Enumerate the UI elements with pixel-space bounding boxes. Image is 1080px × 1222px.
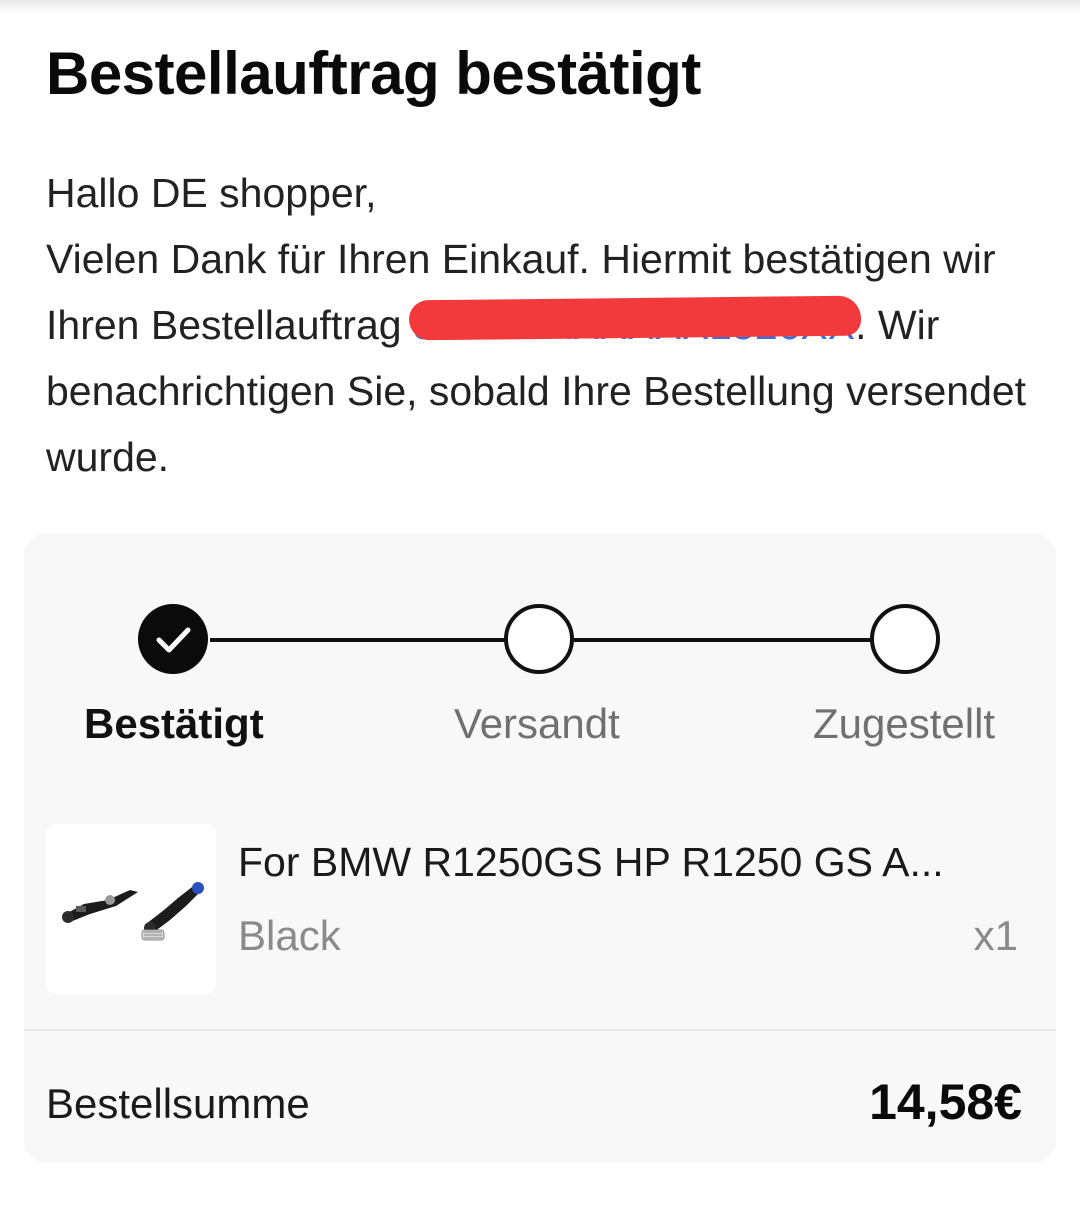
check-icon xyxy=(156,627,191,653)
top-shadow xyxy=(0,0,1080,14)
order-total-value: 14,58€ xyxy=(869,1074,1022,1130)
step-delivered-label: Zugestellt xyxy=(813,700,996,747)
product-title[interactable]: For BMW R1250GS HP R1250 GS A... xyxy=(238,834,1018,890)
order-number-link[interactable]: 3XXXXXXXXXX1526XX xyxy=(408,292,862,358)
step-delivered-indicator xyxy=(870,604,940,674)
redaction-mark xyxy=(408,295,862,341)
confirmation-message: Hallo DE shopper, Vielen Dank für Ihren … xyxy=(46,160,1036,490)
step-shipped-indicator xyxy=(504,604,574,674)
step-confirmed-label: Bestätigt xyxy=(84,700,264,747)
product-variant: Black xyxy=(238,912,341,959)
page-title: Bestellauftrag bestätigt xyxy=(46,40,701,107)
step-confirmed-indicator xyxy=(138,604,208,674)
product-quantity: x1 xyxy=(973,912,1018,959)
greeting-text: Hallo DE shopper, xyxy=(46,170,377,216)
tracker-line-2 xyxy=(574,638,872,642)
confirmation-body: Vielen Dank für Ihren Einkauf. Hiermit b… xyxy=(46,226,1036,490)
step-shipped-label: Versandt xyxy=(454,700,620,747)
order-total-label: Bestellsumme xyxy=(46,1080,310,1127)
product-thumbnail[interactable] xyxy=(46,824,216,994)
footpeg-parts-image xyxy=(62,882,204,941)
tracker-line-1 xyxy=(210,638,506,642)
card-divider xyxy=(24,1029,1056,1031)
